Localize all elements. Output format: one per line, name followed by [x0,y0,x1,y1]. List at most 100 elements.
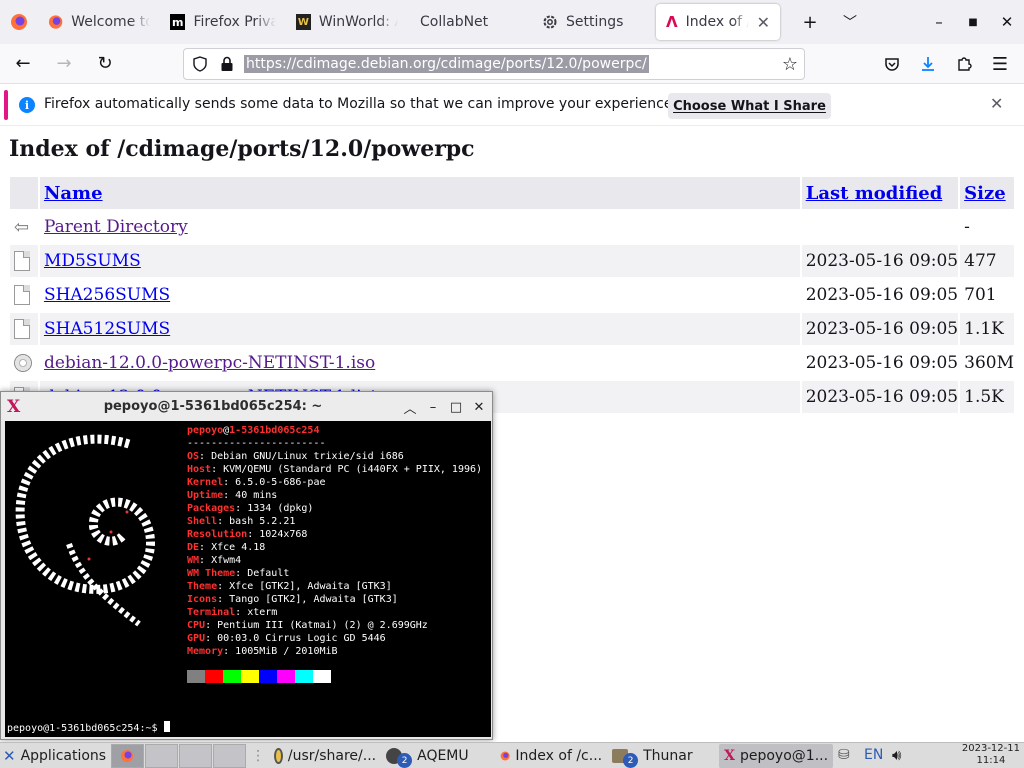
taskbar-item-aqemu[interactable]: 2 AQEMU [381,744,495,768]
terminal-screen[interactable]: pepoyo@1-5361bd065c254 -----------------… [5,421,491,737]
name-cell: SHA512SUMS [39,313,800,345]
taskbar-item-files[interactable]: /usr/share/... [269,744,381,768]
xterm-window[interactable]: X pepoyo@1-5361bd065c254: ~ ︿ – □ ✕ pepo… [0,391,493,740]
name-cell: MD5SUMS [39,245,800,277]
terminal-titlebar[interactable]: X pepoyo@1-5361bd065c254: ~ ︿ – □ ✕ [1,392,492,421]
taskbar-item-firefox[interactable]: Index of /c... [495,744,607,768]
palette-swatch [241,670,259,683]
tab-winworld[interactable]: W WinWorld: A [286,0,408,44]
firefox-view-icon[interactable] [0,0,38,44]
firefox-icon [48,15,63,29]
info-host: Host: KVM/QEMU (Standard PC (i440FX + PI… [187,464,483,475]
close-notification-icon[interactable]: ✕ [990,94,1003,113]
row-icon-cell [10,347,38,379]
back-button[interactable]: ← [5,48,41,80]
tab-firefox-privacy[interactable]: m Firefox Priva [160,0,286,44]
size-cell: 477 [960,245,1014,277]
network-icon[interactable]: ⛁ [838,747,850,763]
shell-prompt[interactable]: pepoyo@1-5361bd065c254:~$ [7,721,170,735]
notification-bar: i Firefox automatically sends some data … [0,84,1024,126]
terminal-cursor [163,721,170,732]
menu-button[interactable]: ☰ [982,44,1018,84]
maximize-button[interactable]: ■ [956,0,990,44]
taskbar-item-xterm[interactable]: X pepoyo@1... [719,743,834,768]
extensions-button[interactable] [946,44,982,84]
tab-collabnet[interactable]: CollabNet [408,0,532,44]
sort-by-modified-link[interactable]: Last modified [806,183,943,204]
keyboard-layout[interactable]: EN [864,747,883,763]
list-all-tabs-button[interactable]: ﹀ [830,0,870,44]
close-tab-icon[interactable]: ✕ [757,13,770,32]
tab-index-of[interactable]: Ʌ Index of /c ✕ [656,4,780,40]
info-icons: Icons: Tango [GTK2], Adwaita [GTK3] [187,594,398,605]
gear-icon [543,15,557,29]
size-cell: - [964,217,970,237]
size-cell: 701 [964,285,997,305]
new-tab-button[interactable]: + [790,0,830,44]
tab-title: Settings [566,14,624,30]
navigation-toolbar: ← → ↻ https://cdimage.debian.org/cdimage… [0,44,1024,84]
applications-menu[interactable]: ✕ Applications [0,744,111,768]
choose-what-i-share-button[interactable]: Choose What I Share [668,93,831,119]
info-shell: Shell: bash 5.2.21 [187,516,296,527]
close-window-button[interactable]: ✕ [990,0,1024,44]
color-palette [187,670,331,683]
table-row: SHA512SUMS 2023-05-16 09:05 1.1K [10,313,1014,345]
forward-button[interactable]: → [46,48,82,80]
parent-directory-link[interactable]: Parent Directory [44,217,188,237]
minimize-button[interactable]: – [423,397,443,417]
workspace-4[interactable] [213,743,247,768]
volume-icon[interactable]: 🔊︎ [892,746,901,764]
workspace-3[interactable] [179,743,213,768]
taskbar-item-thunar[interactable]: 2 Thunar [607,744,719,768]
close-button[interactable]: ✕ [469,397,489,417]
info-kernel: Kernel: 6.5.0-5-686-pae [187,477,326,488]
downloads-button[interactable] [910,44,946,84]
clock-time: 11:14 [976,755,1006,766]
sort-by-name-link[interactable]: Name [44,183,103,204]
taskbar-item-label: AQEMU [417,747,469,764]
winworld-icon: W [296,14,311,30]
window-count-badge: 2 [623,753,639,768]
maximize-button[interactable]: □ [446,397,466,417]
modified-cell [802,211,958,243]
reload-button[interactable]: ↻ [87,48,123,80]
minimize-button[interactable]: – [922,0,956,44]
size-column-header: Size [960,177,1014,209]
info-uptime: Uptime: 40 mins [187,490,278,501]
file-link[interactable]: SHA512SUMS [44,319,170,339]
directory-listing: Name Last modified Size ⇦ Parent Directo… [8,175,1016,415]
size-cell: 1.5K [960,381,1014,413]
file-link[interactable]: debian-12.0.0-powerpc-NETINST-1.iso [44,353,375,373]
workspace-2[interactable] [145,743,179,768]
folder-search-icon [274,747,283,764]
tab-title: Index of /c [685,14,749,30]
taskbar-item-label: pepoyo@1... [739,747,829,764]
debian-a-icon: Ʌ [666,13,678,31]
file-icon [14,319,30,339]
sort-by-size-link[interactable]: Size [964,183,1006,204]
name-column-header: Name [39,177,800,209]
file-link[interactable]: SHA256SUMS [44,285,170,305]
info-icon: i [19,97,35,113]
tab-settings[interactable]: Settings [532,0,656,44]
lock-icon[interactable] [220,56,234,76]
close-icon: ✕ [473,399,485,415]
name-cell: debian-12.0.0-powerpc-NETINST-1.iso [40,347,800,379]
url-text[interactable]: https://cdimage.debian.org/cdimage/ports… [244,55,649,73]
debian-ascii-logo [9,424,179,643]
address-bar[interactable]: https://cdimage.debian.org/cdimage/ports… [183,48,805,80]
shade-button[interactable]: ︿ [400,397,420,417]
tab-welcome[interactable]: Welcome to [38,0,160,44]
shield-icon[interactable] [192,56,208,76]
separator-handle: ⋮ [251,747,266,764]
hamburger-icon: ☰ [991,53,1009,75]
workspace-1[interactable] [111,743,145,768]
clock[interactable]: 2023-12-11 11:14 [962,743,1020,767]
file-link[interactable]: MD5SUMS [44,251,141,271]
table-row: MD5SUMS 2023-05-16 09:05 477 [10,245,1014,277]
bookmark-star-icon[interactable]: ☆ [782,54,798,75]
pocket-button[interactable] [874,44,910,84]
separator: ----------------------- [187,438,326,449]
info-de: DE: Xfce 4.18 [187,542,266,553]
